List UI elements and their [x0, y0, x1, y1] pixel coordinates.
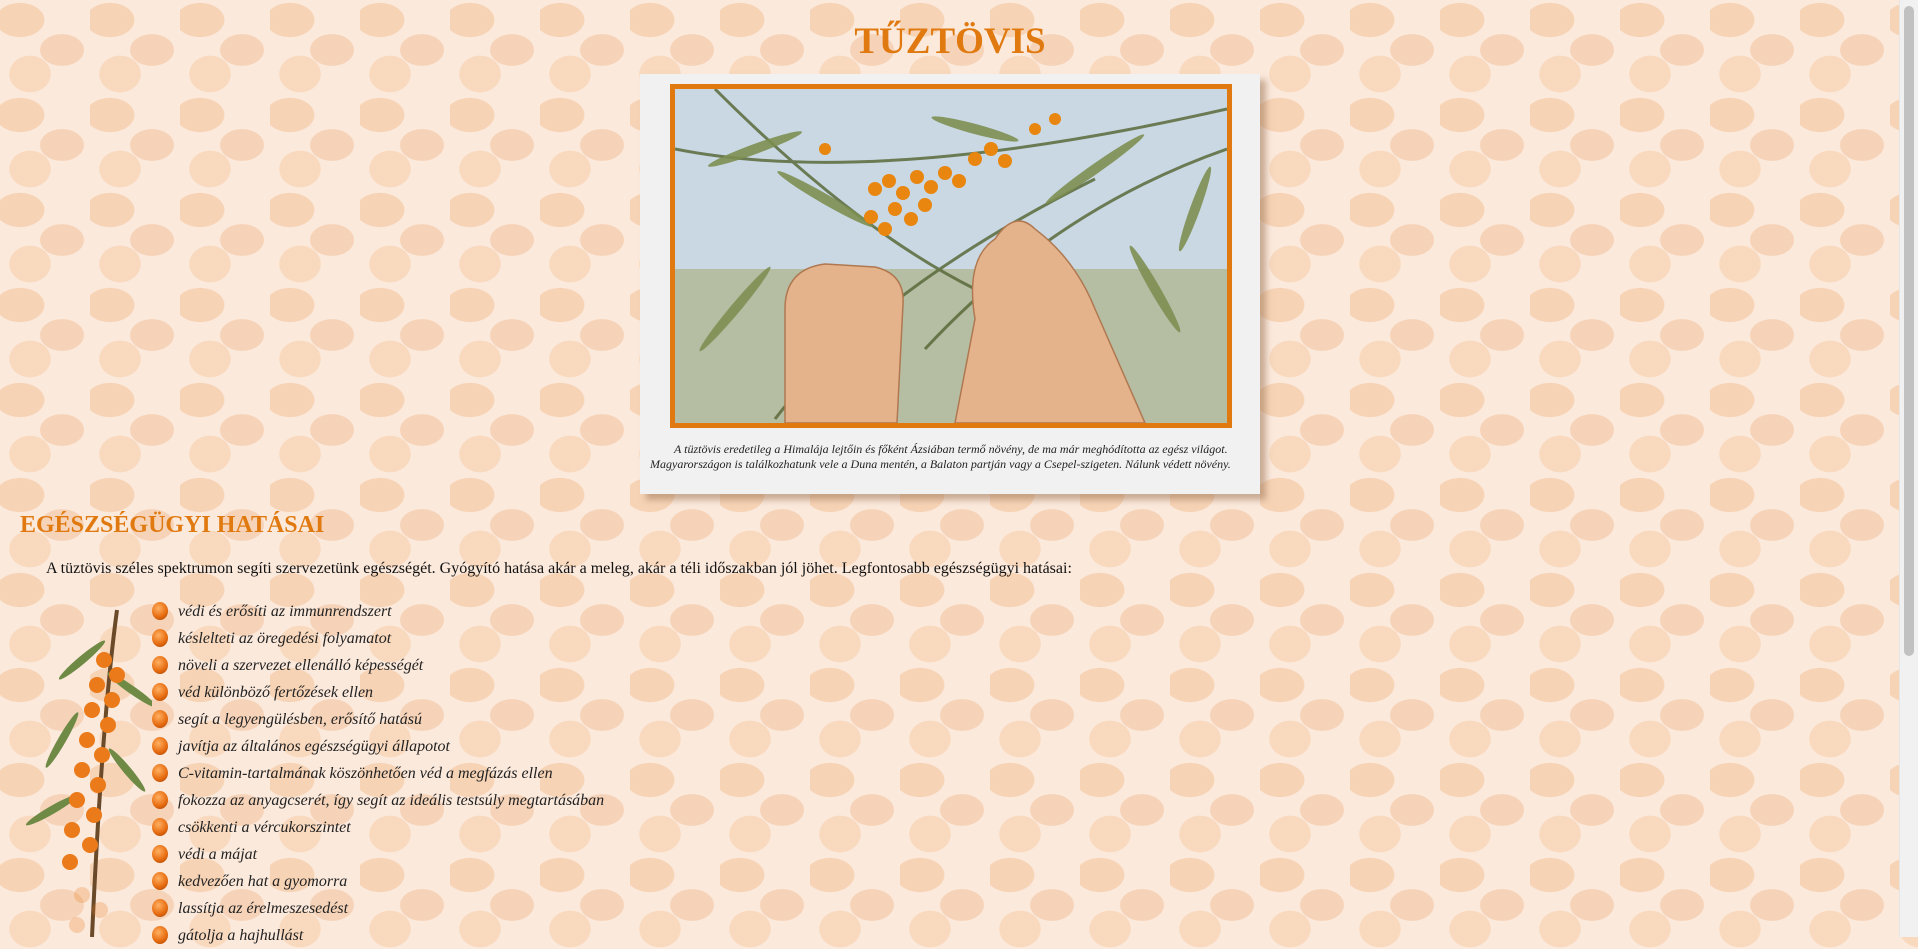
vertical-scrollbar[interactable] [1899, 0, 1918, 937]
orange-berry-icon [152, 683, 168, 701]
orange-berry-icon [152, 602, 168, 620]
orange-berry-icon [152, 926, 168, 944]
orange-berry-icon [152, 737, 168, 755]
orange-berry-icon [152, 899, 168, 917]
list-item: C-vitamin-tartalmának köszönhetően véd a… [150, 760, 604, 787]
list-item: gátolja a hajhullást [150, 922, 604, 949]
list-item: késlelteti az öregedési folyamatot [150, 625, 604, 652]
list-item: véd különböző fertőzések ellen [150, 679, 604, 706]
orange-berry-icon [152, 845, 168, 863]
list-item: segít a legyengülésben, erősítő hatású [150, 706, 604, 733]
sea-buckthorn-photo [670, 84, 1232, 428]
list-item: csökkenti a vércukorszintet [150, 814, 604, 841]
list-item: védi a májat [150, 841, 604, 868]
orange-berry-icon [152, 764, 168, 782]
page: TŰZTÖVIS A tüztövis eredetileg a Himaláj… [0, 0, 1900, 944]
orange-berry-icon [152, 791, 168, 809]
orange-berry-icon [152, 818, 168, 836]
intro-paragraph: A tüztövis széles spektrumon segíti szer… [46, 560, 1072, 577]
page-title: TŰZTÖVIS [854, 21, 1046, 62]
orange-berry-icon [152, 629, 168, 647]
benefits-list: védi és erősíti az immunrendszert késlel… [150, 598, 604, 949]
list-item: növeli a szervezet ellenálló képességét [150, 652, 604, 679]
section-title: EGÉSZSÉGÜGYI HATÁSAI [20, 512, 325, 538]
orange-berry-icon [152, 656, 168, 674]
list-item: lassítja az érelmeszesedést [150, 895, 604, 922]
list-item: kedvezően hat a gyomorra [150, 868, 604, 895]
orange-berry-icon [152, 710, 168, 728]
list-item: védi és erősíti az immunrendszert [150, 598, 604, 625]
list-item: fokozza az anyagcserét, így segít az ide… [150, 787, 604, 814]
orange-berry-icon [152, 872, 168, 890]
sea-buckthorn-branch-icon [25, 609, 152, 937]
scrollbar-thumb[interactable] [1904, 6, 1914, 656]
photo-illustration [675, 89, 1227, 423]
photo-caption: A tüztövis eredetileg a Himalája lejtőin… [650, 442, 1231, 471]
list-item: javítja az általános egészségügyi állapo… [150, 733, 604, 760]
photo-card: A tüztövis eredetileg a Himalája lejtőin… [640, 74, 1260, 494]
